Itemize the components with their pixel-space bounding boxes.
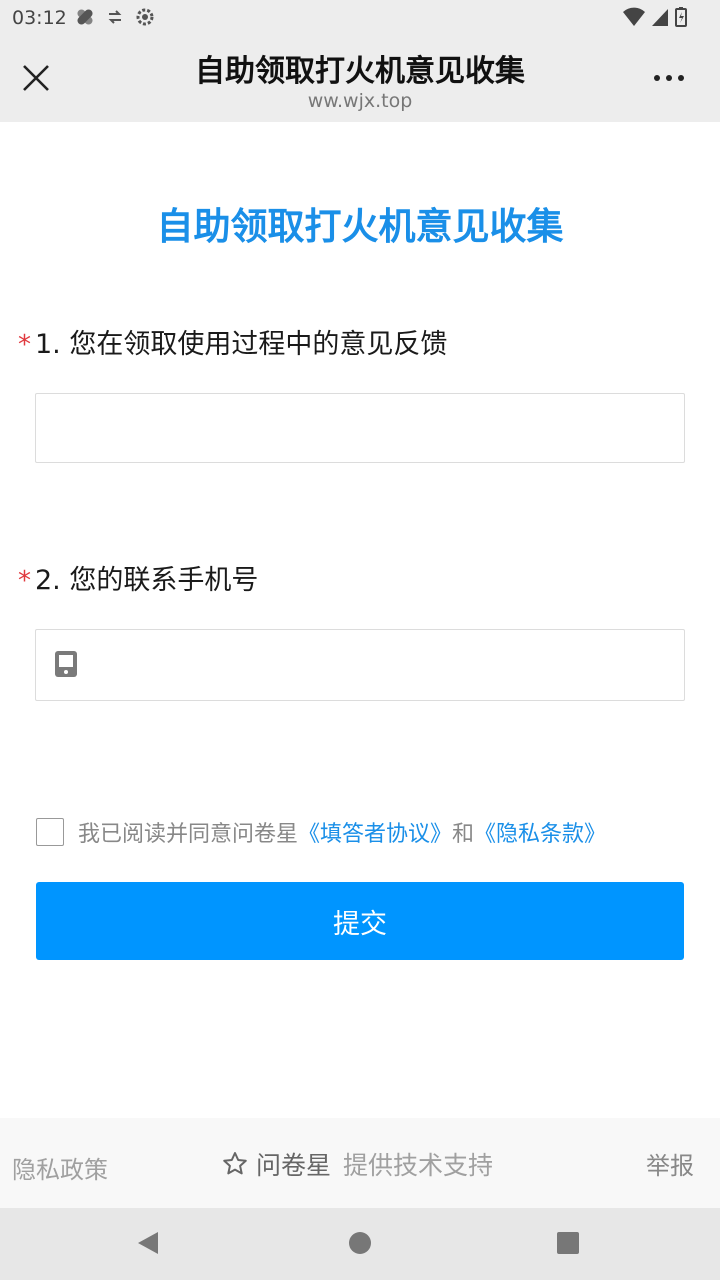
agreement-text: 我已阅读并同意问卷星 [78,822,299,847]
battery-icon [675,7,687,27]
user-agreement-link[interactable]: 《填答者协议》 [298,816,452,848]
footer-brand: 问卷星 提供技术支持 [222,1146,493,1182]
status-time: 03:12 [12,7,67,29]
report-link[interactable]: 举报 [646,1146,694,1181]
title-bar: 自助领取打火机意见收集 ww.wjx.top [0,36,720,122]
wifi-icon [623,7,645,26]
required-mark: * [18,566,31,596]
phone-icon [55,651,77,677]
signal-icon [652,9,668,26]
back-icon[interactable] [136,1230,160,1256]
tech-support-text: 提供技术支持 [343,1151,494,1180]
star-icon [223,1152,247,1175]
dot-icon [666,75,672,81]
question-2-label: 2. 您的联系手机号 [35,565,259,596]
status-icons-left [74,6,156,28]
system-nav-bar [0,1208,720,1280]
phone-input[interactable] [35,629,685,701]
transfer-icon [108,10,122,24]
page-url: ww.wjx.top [307,90,413,112]
dot-icon [654,75,660,81]
status-bar: 03:12 [0,0,720,36]
home-icon[interactable] [349,1232,371,1254]
privacy-terms-link[interactable]: 《隐私条款》 [474,816,606,848]
question-1-label: 1. 您在领取使用过程中的意见反馈 [35,329,448,360]
agreement-row: 我已阅读并同意问卷星 《填答者协议》 和 《隐私条款》 [36,816,606,848]
dot-icon [678,75,684,81]
settings-icon [136,8,154,26]
feedback-input[interactable] [35,393,685,463]
submit-button[interactable]: 提交 [36,882,684,960]
more-menu-button[interactable] [654,68,694,88]
recent-apps-icon[interactable] [557,1232,579,1254]
brand-name[interactable]: 问卷星 [256,1146,331,1182]
survey-title: 自助领取打火机意见收集 [156,205,564,248]
status-icons-right [622,6,688,28]
page-title: 自助领取打火机意见收集 [195,54,525,89]
agreement-checkbox[interactable] [36,818,64,846]
footer: 隐私政策 问卷星 提供技术支持 举报 [0,1118,720,1208]
required-mark: * [18,330,31,360]
privacy-policy-link[interactable]: 隐私政策 [12,1150,108,1185]
question-1: * 1. 您在领取使用过程中的意见反馈 [18,322,447,361]
bandage-icon [77,9,93,25]
agreement-conjunction: 和 [452,822,475,847]
question-2: * 2. 您的联系手机号 [18,558,258,597]
